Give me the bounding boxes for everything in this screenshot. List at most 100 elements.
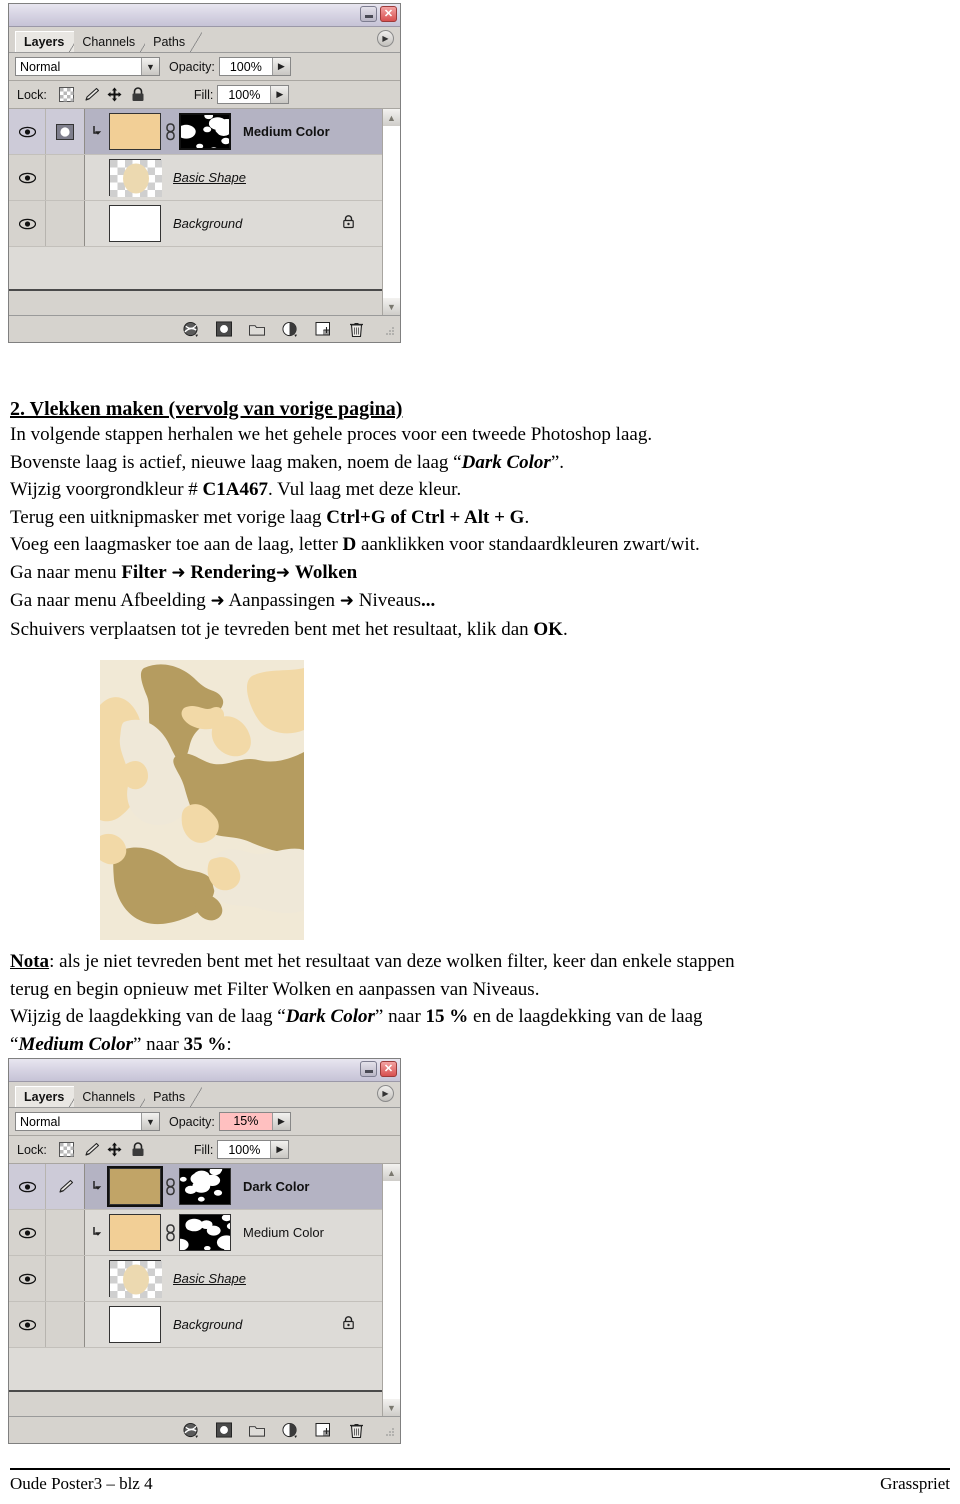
layer-list[interactable]: Medium Color Basic Shape Background ▲ ▼ bbox=[9, 109, 400, 315]
layer-visibility-toggle[interactable] bbox=[9, 1256, 46, 1301]
layer-name[interactable]: Basic Shape bbox=[173, 1271, 246, 1286]
resize-grip-icon[interactable] bbox=[385, 1425, 396, 1436]
layer-mask-icon[interactable] bbox=[216, 1422, 232, 1438]
layer-name[interactable]: Basic Shape bbox=[173, 170, 246, 185]
tab-channels[interactable]: Channels bbox=[74, 32, 152, 52]
lock-image-icon[interactable] bbox=[83, 87, 99, 102]
lock-all-icon[interactable] bbox=[131, 1142, 146, 1157]
panel-menu-icon[interactable]: ▶ bbox=[377, 1085, 394, 1102]
layer-link-cell[interactable] bbox=[46, 1302, 85, 1347]
blend-mode-select[interactable]: Normal ▼ bbox=[15, 57, 160, 76]
lock-position-icon[interactable] bbox=[107, 87, 122, 102]
layer-name[interactable]: Dark Color bbox=[243, 1179, 309, 1194]
layer-visibility-toggle[interactable] bbox=[9, 1302, 46, 1347]
layer-row[interactable]: Dark Color bbox=[9, 1164, 383, 1210]
layer-visibility-toggle[interactable] bbox=[9, 155, 46, 200]
minimize-button[interactable] bbox=[360, 1061, 377, 1077]
scroll-down-icon[interactable]: ▼ bbox=[383, 1399, 400, 1416]
panel-tabs[interactable]: Layers Channels Paths ▶ bbox=[9, 27, 400, 53]
opacity-slider-arrow-icon[interactable]: ▶ bbox=[271, 1113, 290, 1130]
opacity-slider-arrow-icon[interactable]: ▶ bbox=[271, 58, 290, 75]
mask-link-icon[interactable] bbox=[161, 122, 179, 141]
layer-row[interactable]: Medium Color bbox=[9, 1210, 383, 1256]
tab-channels[interactable]: Channels bbox=[74, 1087, 152, 1107]
new-layer-icon[interactable] bbox=[315, 321, 331, 337]
minimize-button[interactable] bbox=[360, 6, 377, 22]
layer-mask-thumbnail[interactable] bbox=[179, 113, 231, 150]
panel-title-bar[interactable]: ✕ bbox=[9, 4, 400, 27]
new-layer-icon[interactable] bbox=[315, 1422, 331, 1438]
panel-tabs[interactable]: Layers Channels Paths ▶ bbox=[9, 1082, 400, 1108]
panel-footer-toolbar[interactable] bbox=[9, 315, 400, 342]
panel-title-bar[interactable]: ✕ bbox=[9, 1059, 400, 1082]
mask-link-icon[interactable] bbox=[161, 1223, 179, 1242]
resize-grip-icon[interactable] bbox=[385, 324, 396, 335]
layers-panel-top[interactable]: ✕ Layers Channels Paths ▶ Normal ▼ Opacity… bbox=[8, 3, 401, 343]
layer-list-scrollbar[interactable]: ▲ ▼ bbox=[382, 1164, 400, 1416]
tab-layers[interactable]: Layers bbox=[15, 31, 82, 52]
scroll-up-icon[interactable]: ▲ bbox=[383, 109, 400, 126]
layer-thumbnail[interactable] bbox=[109, 1306, 161, 1343]
tab-paths[interactable]: Paths bbox=[145, 1087, 203, 1107]
layer-list-scrollbar[interactable]: ▲ ▼ bbox=[382, 109, 400, 315]
panel-footer-toolbar[interactable] bbox=[9, 1416, 400, 1443]
lock-position-icon[interactable] bbox=[107, 1142, 122, 1157]
fill-slider-arrow-icon[interactable]: ▶ bbox=[270, 86, 289, 103]
layer-row[interactable]: Background bbox=[9, 201, 383, 247]
fill-field[interactable]: 100% ▶ bbox=[217, 85, 290, 104]
layer-thumbnail[interactable] bbox=[109, 159, 163, 198]
tab-layers[interactable]: Layers bbox=[15, 1086, 82, 1107]
panel-menu-icon[interactable]: ▶ bbox=[377, 30, 394, 47]
fill-field[interactable]: 100% ▶ bbox=[217, 1140, 290, 1159]
layer-link-cell[interactable] bbox=[46, 1256, 85, 1301]
delete-layer-icon[interactable] bbox=[348, 1422, 364, 1438]
layer-link-cell[interactable] bbox=[46, 201, 85, 246]
lock-transparency-icon[interactable] bbox=[58, 87, 74, 102]
layer-thumbnail[interactable] bbox=[109, 1260, 163, 1299]
layer-mask-thumbnail[interactable] bbox=[179, 1214, 231, 1251]
close-button[interactable]: ✕ bbox=[380, 6, 397, 22]
lock-transparency-icon[interactable] bbox=[58, 1142, 74, 1157]
layer-style-icon[interactable] bbox=[183, 1422, 199, 1438]
blend-mode-select[interactable]: Normal ▼ bbox=[15, 1112, 160, 1131]
scrollbar-track[interactable] bbox=[383, 126, 400, 298]
layer-link-cell[interactable] bbox=[46, 1210, 85, 1255]
lock-image-icon[interactable] bbox=[83, 1142, 99, 1157]
close-button[interactable]: ✕ bbox=[380, 1061, 397, 1077]
tab-paths[interactable]: Paths bbox=[145, 32, 203, 52]
layer-visibility-toggle[interactable] bbox=[9, 1164, 46, 1209]
layer-row[interactable]: Basic Shape bbox=[9, 155, 383, 201]
layer-visibility-toggle[interactable] bbox=[9, 201, 46, 246]
layer-name[interactable]: Medium Color bbox=[243, 124, 330, 139]
layer-visibility-toggle[interactable] bbox=[9, 109, 46, 154]
opacity-field[interactable]: 15% ▶ bbox=[218, 1112, 291, 1131]
layer-thumbnail[interactable] bbox=[109, 1214, 161, 1251]
new-group-icon[interactable] bbox=[249, 321, 265, 337]
mask-link-icon[interactable] bbox=[161, 1177, 179, 1196]
layer-link-cell[interactable] bbox=[46, 155, 85, 200]
adjustment-layer-icon[interactable] bbox=[282, 1422, 298, 1438]
layer-mask-thumbnail[interactable] bbox=[179, 1168, 231, 1205]
chevron-down-icon[interactable]: ▼ bbox=[141, 1113, 159, 1130]
layer-visibility-toggle[interactable] bbox=[9, 1210, 46, 1255]
scroll-up-icon[interactable]: ▲ bbox=[383, 1164, 400, 1181]
layer-link-cell[interactable] bbox=[46, 109, 85, 154]
chevron-down-icon[interactable]: ▼ bbox=[141, 58, 159, 75]
layer-thumbnail[interactable] bbox=[109, 205, 161, 242]
layer-row[interactable]: Medium Color bbox=[9, 109, 383, 155]
fill-slider-arrow-icon[interactable]: ▶ bbox=[270, 1141, 289, 1158]
layer-thumbnail[interactable] bbox=[107, 1166, 163, 1207]
layer-row[interactable]: Background bbox=[9, 1302, 383, 1348]
layer-style-icon[interactable] bbox=[183, 321, 199, 337]
scrollbar-track[interactable] bbox=[383, 1181, 400, 1399]
layer-name[interactable]: Background bbox=[173, 216, 242, 231]
layers-panel-bottom[interactable]: ✕ Layers Channels Paths ▶ Normal ▼ Opacity… bbox=[8, 1058, 401, 1444]
opacity-field[interactable]: 100% ▶ bbox=[218, 57, 291, 76]
layer-link-cell[interactable] bbox=[46, 1164, 85, 1209]
layer-list[interactable]: Dark Color Medium Color Basic Shape Back… bbox=[9, 1164, 400, 1416]
scroll-down-icon[interactable]: ▼ bbox=[383, 298, 400, 315]
layer-row[interactable]: Basic Shape bbox=[9, 1256, 383, 1302]
delete-layer-icon[interactable] bbox=[348, 321, 364, 337]
layer-thumbnail[interactable] bbox=[109, 113, 161, 150]
layer-name[interactable]: Medium Color bbox=[243, 1225, 324, 1240]
